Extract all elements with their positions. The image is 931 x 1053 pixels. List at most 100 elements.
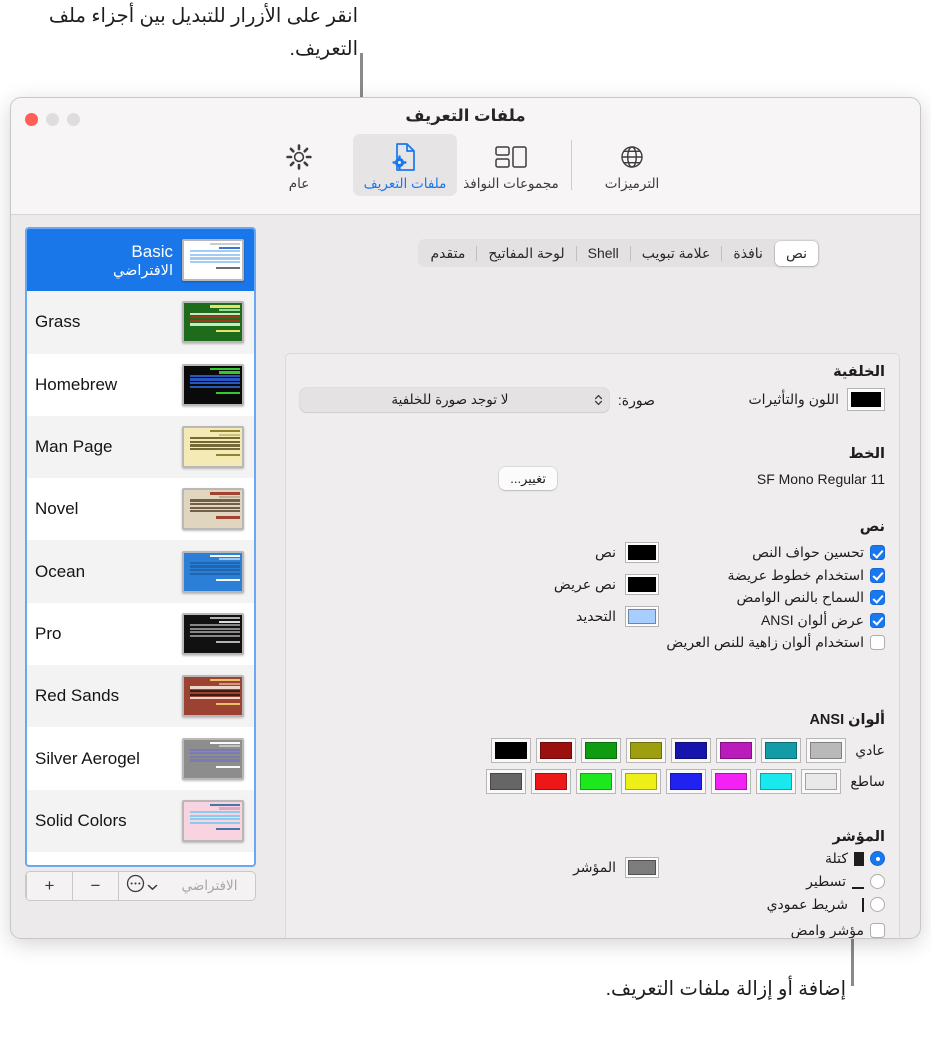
checkbox-antialias[interactable] <box>870 545 885 560</box>
remove-profile-button[interactable]: − <box>72 872 118 900</box>
profile-row-red-sands[interactable]: Red Sands <box>27 665 254 728</box>
background-image-popup-button[interactable]: لا توجد صورة للخلفية <box>300 388 609 412</box>
underline-cursor-glyph <box>852 875 864 889</box>
toolbar-tab-encodings[interactable]: الترميزات <box>580 134 684 196</box>
ansi-normal-swatch[interactable] <box>716 738 757 763</box>
profile-row-novel[interactable]: Novel <box>27 478 254 540</box>
profile-thumbnail <box>182 301 244 344</box>
ansi-bright-swatch[interactable] <box>576 769 617 794</box>
checkbox-row-blinking-cursor[interactable]: مؤشر وامض <box>767 922 885 938</box>
radio-label: كتلة <box>824 850 848 866</box>
segment-shell[interactable]: Shell <box>577 241 630 266</box>
ansi-normal-swatch[interactable] <box>536 738 577 763</box>
radio-row-block-cursor[interactable]: كتلة <box>767 850 885 867</box>
checkbox-row-blinking-text[interactable]: السماح بالنص الوامض <box>666 589 885 606</box>
checkbox-row-bright-bold-colors[interactable]: استخدام ألوان زاهية للنص العريض <box>666 634 885 651</box>
profile-row-ocean[interactable]: Ocean <box>27 540 254 603</box>
cursor-color-well[interactable] <box>625 857 659 878</box>
profile-row-basic[interactable]: Basic الافتراضي <box>27 229 254 292</box>
screenshot-root: انقر على الأزرار للتبديل بين أجزاء ملف ا… <box>0 0 931 1053</box>
profile-name: Man Page <box>35 437 113 457</box>
text-color-well[interactable] <box>625 542 659 563</box>
selection-color-row: التحديد <box>554 606 659 627</box>
profile-thumbnail <box>182 488 244 531</box>
ansi-normal-swatch[interactable] <box>806 738 847 763</box>
change-font-button[interactable]: تغيير... <box>499 467 557 490</box>
ansi-normal-swatch[interactable] <box>761 738 802 763</box>
profile-thumbnail <box>182 363 244 406</box>
profile-thumbnail <box>182 737 244 780</box>
add-profile-button[interactable]: + <box>26 872 72 900</box>
ansi-normal-swatch[interactable] <box>671 738 712 763</box>
profile-name: Pro <box>35 623 62 643</box>
callout-top-text: انقر على الأزرار للتبديل بين أجزاء ملف ا… <box>48 5 358 60</box>
ansi-bright-swatch[interactable] <box>666 769 707 794</box>
profile-thumbnail <box>182 612 244 655</box>
radio-row-underline-cursor[interactable]: تسطير <box>767 873 885 890</box>
profile-actions-menu-button[interactable] <box>118 872 164 900</box>
checkbox-row-ansi-colors[interactable]: عرض ألوان ANSI <box>666 612 885 629</box>
text-settings-panel: الخلفية اللون والتأثيرات صورة: لا توجد ص… <box>285 353 900 938</box>
selection-color-well[interactable] <box>625 606 659 627</box>
window-groups-icon <box>495 140 527 174</box>
cursor-color-label: المؤشر <box>573 859 616 875</box>
close-window-button[interactable] <box>25 113 38 126</box>
checkbox-label: تحسين حواف النص <box>752 544 864 560</box>
profiles-list[interactable]: Basic الافتراضي Grass Homebrew Man Page … <box>25 227 256 867</box>
background-image-value: لا توجد صورة للخلفية <box>391 392 509 407</box>
ansi-normal-swatch[interactable] <box>491 738 532 763</box>
profile-name-text: Basic <box>131 241 173 261</box>
radio-underline-cursor[interactable] <box>870 874 885 889</box>
checkbox-bold-fonts[interactable] <box>870 567 885 583</box>
radio-vertical-bar-cursor[interactable] <box>870 897 885 912</box>
profile-row-pro[interactable]: Pro <box>27 603 254 665</box>
minimize-window-button[interactable] <box>46 113 59 126</box>
profile-sections-segmented-control: نص نافذة علامة تبويب Shell لوحة المفاتيح… <box>417 239 820 267</box>
window-body: نص نافذة علامة تبويب Shell لوحة المفاتيح… <box>11 215 920 938</box>
vertical-bar-cursor-glyph <box>854 897 864 912</box>
profile-row-grass[interactable]: Grass <box>27 291 254 354</box>
checkbox-blinking-cursor[interactable] <box>870 923 885 938</box>
bold-text-color-label: نص عريض <box>553 576 616 592</box>
zoom-window-button[interactable] <box>67 113 80 126</box>
checkbox-bright-bold-colors[interactable] <box>870 635 885 650</box>
toolbar-tab-profiles[interactable]: ملفات التعريف <box>353 134 457 196</box>
profile-name: Homebrew <box>35 374 118 394</box>
checkbox-ansi-colors[interactable] <box>870 612 885 628</box>
bold-text-color-well[interactable] <box>625 574 659 595</box>
profile-row-solid-colors[interactable]: Solid Colors <box>27 789 254 852</box>
toolbar-tab-window-groups[interactable]: مجموعات النوافذ <box>459 134 563 196</box>
profile-row-man-page[interactable]: Man Page <box>27 415 254 479</box>
segment-advanced[interactable]: متقدم <box>420 241 477 266</box>
segment-keyboard[interactable]: لوحة المفاتيح <box>477 241 575 266</box>
globe-icon <box>619 140 645 174</box>
segment-window[interactable]: نافذة <box>722 241 774 266</box>
segment-text[interactable]: نص <box>774 240 818 266</box>
ansi-bright-swatch[interactable] <box>621 769 662 794</box>
cursor-color-row: المؤشر <box>573 857 659 878</box>
ansi-bright-swatches <box>486 769 842 794</box>
ansi-bright-swatch[interactable] <box>711 769 752 794</box>
background-color-well[interactable] <box>847 388 885 411</box>
profile-thumbnail <box>182 675 244 718</box>
ansi-bright-swatch[interactable] <box>531 769 572 794</box>
segment-tab[interactable]: علامة تبويب <box>631 241 722 266</box>
ansi-bright-swatch[interactable] <box>801 769 842 794</box>
radio-label: شريط عمودي <box>766 896 848 912</box>
bold-text-color-row: نص عريض <box>554 574 659 595</box>
profile-row-silver-aerogel[interactable]: Silver Aerogel <box>27 727 254 789</box>
radio-row-vertical-bar-cursor[interactable]: شريط عمودي <box>767 896 885 913</box>
checkbox-row-bold-fonts[interactable]: استخدام خطوط عريضة <box>666 567 885 584</box>
radio-block-cursor[interactable] <box>870 851 885 866</box>
checkbox-row-antialias[interactable]: تحسين حواف النص <box>666 544 885 561</box>
background-section-heading: الخلفية <box>833 364 885 380</box>
toolbar-tab-general[interactable]: عام <box>247 134 351 196</box>
ansi-bright-swatch[interactable] <box>486 769 527 794</box>
checkbox-blinking-text[interactable] <box>870 590 885 605</box>
ansi-normal-swatch[interactable] <box>581 738 622 763</box>
profile-row-homebrew[interactable]: Homebrew <box>27 354 254 416</box>
profile-thumbnail <box>182 426 244 469</box>
ansi-normal-swatch[interactable] <box>626 738 667 763</box>
set-default-profile-button[interactable]: الافتراضي <box>164 872 255 900</box>
ansi-bright-swatch[interactable] <box>756 769 797 794</box>
